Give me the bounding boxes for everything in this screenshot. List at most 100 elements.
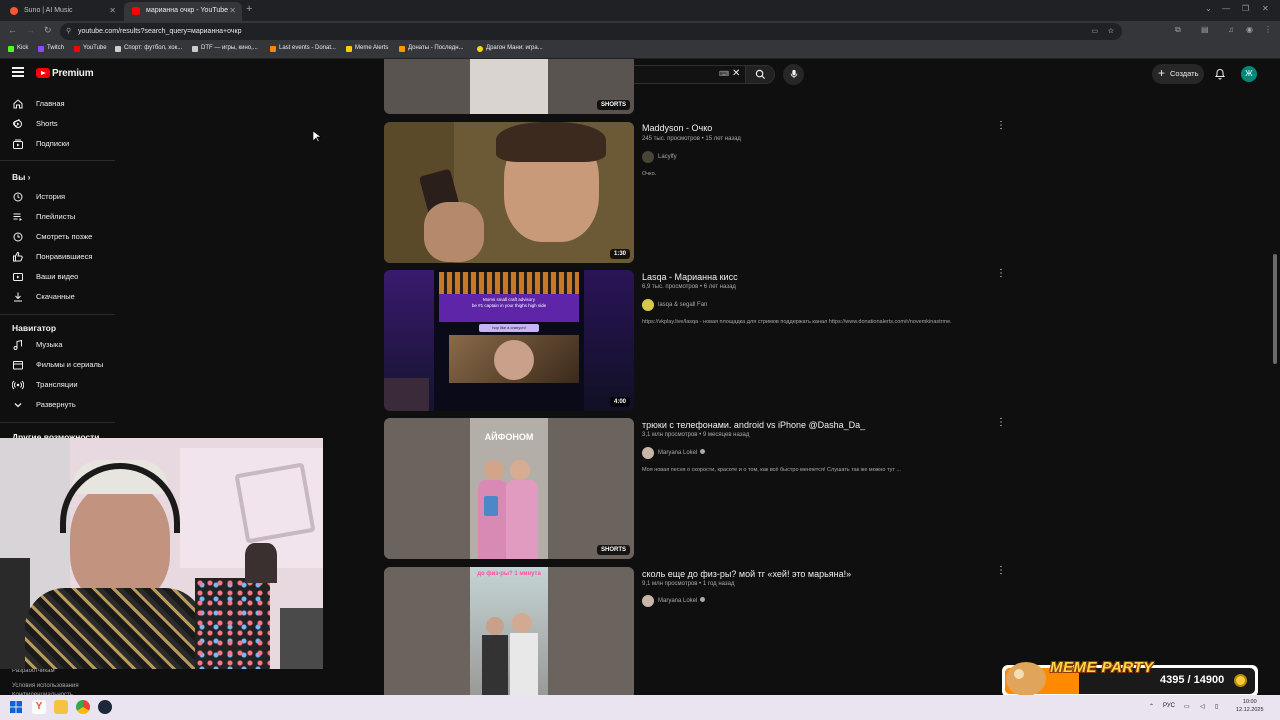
sidebar-item-liked[interactable]: Понравившиеся — [0, 247, 115, 267]
reload-icon[interactable]: ↻ — [44, 25, 52, 36]
media-icon[interactable]: ♫ — [1228, 25, 1234, 34]
page-scrollbar[interactable] — [1270, 59, 1280, 695]
channel-link[interactable]: Maryana Lokel — [642, 447, 706, 459]
extensions-icon[interactable]: ⧉ — [1175, 25, 1181, 35]
hamburger-menu-icon[interactable] — [12, 67, 24, 77]
search-button[interactable] — [745, 65, 775, 84]
bookmark-donaty[interactable]: Донаты - Последн... — [399, 45, 464, 52]
close-tab-icon[interactable]: ✕ — [229, 2, 236, 19]
yandex-browser-icon[interactable]: Y — [32, 700, 46, 714]
tray-chevron-icon[interactable]: ⌃ — [1149, 703, 1154, 710]
dtf-icon — [192, 46, 198, 52]
bookmark-meme-alerts[interactable]: Meme Alerts — [346, 45, 388, 52]
video-title[interactable]: Lasqa - Марианна кисс — [642, 272, 738, 282]
your-videos-icon — [13, 273, 23, 281]
bookmark-dtf[interactable]: DTF — игры, кино,... — [192, 45, 258, 52]
channel-link[interactable]: Maryana Lokel — [642, 595, 706, 607]
video-thumbnail[interactable]: АЙФОНОМ SHORTS — [384, 418, 634, 559]
sidebar-item-movies[interactable]: Фильмы и сериалы — [0, 355, 115, 375]
channel-link[interactable]: Lacylfy — [642, 151, 677, 163]
forward-icon[interactable]: → — [26, 25, 35, 35]
system-clock[interactable]: 10:00 12.12.2025 — [1236, 698, 1264, 714]
close-window-icon[interactable]: ✕ — [1262, 4, 1269, 13]
browser-tab-strip: Suno | AI Music ✕ марианна очкр - YouTub… — [0, 0, 1280, 21]
voice-search-button[interactable] — [783, 64, 804, 85]
thumb-button: hop like a cranyon! — [479, 324, 539, 332]
video-thumbnail-partial[interactable]: SHORTS — [384, 59, 634, 114]
cast-icon[interactable]: ▭ — [1091, 23, 1098, 40]
video-title[interactable]: Maddyson - Очко — [642, 123, 712, 133]
video-thumbnail[interactable]: до физ-ры? 1 минута — [384, 567, 634, 695]
bookmark-donat[interactable]: Last events - Donat... — [270, 45, 336, 52]
sidebar-item-home[interactable]: Главная — [0, 94, 115, 114]
profile-icon[interactable]: ◉ — [1246, 25, 1253, 34]
video-thumbnail[interactable]: 1:30 — [384, 122, 634, 263]
network-icon[interactable]: ▭ — [1184, 703, 1190, 710]
bookmark-dragon[interactable]: Драгон Мани: игра... — [477, 45, 543, 52]
more-options-icon[interactable]: ⋮ — [996, 418, 1006, 428]
account-avatar[interactable]: Ж — [1241, 66, 1257, 82]
more-options-icon[interactable]: ⋮ — [996, 566, 1006, 576]
sidebar-item-live[interactable]: Трансляции — [0, 375, 115, 395]
scrollbar-thumb[interactable] — [1273, 254, 1277, 364]
tab-search-icon[interactable]: ⌄ — [1205, 4, 1212, 13]
chevron-right-icon: › — [27, 173, 31, 182]
footer-link-terms[interactable]: Условия использования — [12, 683, 79, 689]
close-tab-icon[interactable]: ✕ — [109, 2, 116, 19]
steam-icon[interactable] — [98, 700, 112, 714]
lang-indicator[interactable]: РУС — [1163, 703, 1175, 709]
subscriptions-icon — [13, 139, 23, 149]
address-bar[interactable]: ⚲ youtube.com/results?search_query=мариа… — [60, 23, 1122, 40]
thumb-person — [478, 480, 508, 559]
keyboard-icon[interactable]: ⌨ — [719, 70, 729, 78]
bookmark-star-icon[interactable]: ☆ — [1108, 23, 1114, 40]
sidebar-item-watch-later[interactable]: Смотреть позже — [0, 227, 115, 247]
windows-start-icon[interactable] — [10, 701, 22, 713]
sidebar-item-subscriptions[interactable]: Подписки — [0, 134, 115, 154]
sidebar-you-heading[interactable]: Вы › — [12, 172, 30, 182]
thumb-person — [506, 480, 538, 559]
youtube-logo-icon[interactable] — [36, 68, 50, 78]
live-icon — [12, 380, 24, 390]
channel-link[interactable]: lasqa & segall Fan — [642, 299, 707, 311]
site-info-icon[interactable]: ⚲ — [66, 23, 71, 40]
video-thumbnail[interactable]: Moms small craft advisory be #1 captain … — [384, 270, 634, 411]
battery-icon[interactable]: ▯ — [1215, 703, 1218, 710]
browser-tab-suno[interactable]: Suno | AI Music ✕ — [2, 2, 122, 21]
video-title[interactable]: сколь еще до физ-ры? мой тг «хей! это ма… — [642, 569, 851, 579]
sidebar-item-downloads[interactable]: Скачанные — [0, 287, 115, 307]
new-tab-button[interactable]: + — [246, 3, 252, 15]
back-icon[interactable]: ← — [8, 25, 17, 35]
maximize-icon[interactable]: ❐ — [1242, 4, 1249, 13]
chrome-taskbar-icon[interactable] — [76, 700, 90, 714]
sidebar-item-music[interactable]: Музыка — [0, 335, 115, 355]
bookmark-twitch[interactable]: Twitch — [38, 45, 64, 52]
more-options-icon[interactable]: ⋮ — [996, 121, 1006, 131]
sidebar-item-history[interactable]: История — [0, 187, 115, 207]
clear-search-icon[interactable]: ✕ — [732, 68, 740, 79]
sidepanel-icon[interactable]: ▤ — [1201, 25, 1209, 34]
sidebar-item-playlists[interactable]: Плейлисты — [0, 207, 115, 227]
bookmark-kick[interactable]: Kick — [8, 45, 28, 52]
bookmark-sport[interactable]: Спорт: футбол, хок... — [115, 45, 182, 52]
thumb-face — [494, 340, 534, 380]
sidebar-item-shorts[interactable]: Shorts — [0, 114, 115, 134]
webcam-overlay — [0, 438, 323, 669]
create-button[interactable]: + Создать — [1152, 64, 1204, 84]
playlists-icon — [13, 213, 22, 221]
sidebar-item-your-videos[interactable]: Ваши видео — [0, 267, 115, 287]
video-title[interactable]: трюки с телефонами. android vs iPhone @D… — [642, 420, 865, 430]
history-icon — [13, 192, 23, 202]
meme-progress-text: 4395 / 14900 — [1160, 674, 1225, 686]
chrome-menu-icon[interactable]: ⋮ — [1264, 25, 1272, 34]
sidebar-item-expand[interactable]: Развернуть — [0, 395, 115, 415]
more-options-icon[interactable]: ⋮ — [996, 269, 1006, 279]
file-explorer-icon[interactable] — [54, 700, 68, 714]
notifications-bell-icon[interactable] — [1214, 67, 1226, 81]
thumb-caption: АЙФОНОМ — [484, 432, 534, 442]
sidebar-label: Подписки — [36, 139, 70, 148]
minimize-icon[interactable]: — — [1222, 4, 1230, 13]
bookmark-youtube[interactable]: YouTube — [74, 45, 107, 52]
volume-icon[interactable]: ◁ — [1200, 703, 1205, 710]
browser-tab-youtube[interactable]: марианна очкр - YouTube ✕ — [124, 2, 242, 21]
